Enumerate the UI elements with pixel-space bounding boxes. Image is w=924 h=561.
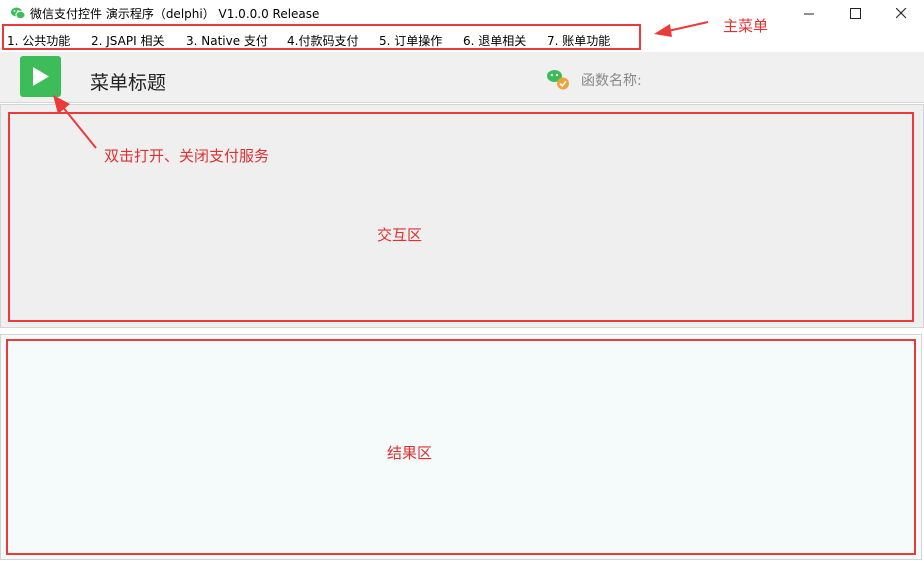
menu-item-paycode[interactable]: 4.付款码支付 [287,32,358,49]
main-menu-bar: 1. 公共功能 2. JSAPI 相关 3. Native 支付 4.付款码支付… [0,26,924,52]
menu-item-public[interactable]: 1. 公共功能 [7,32,70,49]
menu-item-native[interactable]: 3. Native 支付 [186,32,268,49]
maximize-button[interactable] [832,0,878,26]
menu-title: 菜单标题 [90,72,167,94]
function-name-label: 函数名称: [581,73,642,89]
result-area-annotation: 结果区 [387,444,433,462]
minimize-button[interactable] [786,0,832,26]
main-menu-annotation: 主菜单 [723,17,769,35]
interaction-panel[interactable] [0,104,924,328]
menu-item-jsapi[interactable]: 2. JSAPI 相关 [91,32,164,49]
wechat-check-icon [547,70,569,90]
menu-item-bill[interactable]: 7. 账单功能 [547,32,610,49]
close-icon [895,7,906,18]
minimize-icon [803,13,814,14]
play-hint-arrow [53,95,97,149]
window-title: 微信支付控件 演示程序（delphi） V1.0.0.0 Release [30,7,320,21]
play-hint-annotation: 双击打开、关闭支付服务 [104,147,270,165]
close-button[interactable] [878,0,924,26]
interaction-area-annotation: 交互区 [377,226,423,244]
menu-item-refund[interactable]: 6. 退单相关 [463,32,526,49]
wechat-icon [11,7,26,20]
header-bar: 菜单标题 函数名称: [0,52,924,103]
play-button[interactable] [20,56,61,97]
main-menu-arrow [654,21,709,37]
play-icon [33,67,49,86]
maximize-icon [849,7,861,19]
title-bar: 微信支付控件 演示程序（delphi） V1.0.0.0 Release [0,0,924,26]
result-panel[interactable] [0,334,922,560]
menu-item-order[interactable]: 5. 订单操作 [379,32,442,49]
